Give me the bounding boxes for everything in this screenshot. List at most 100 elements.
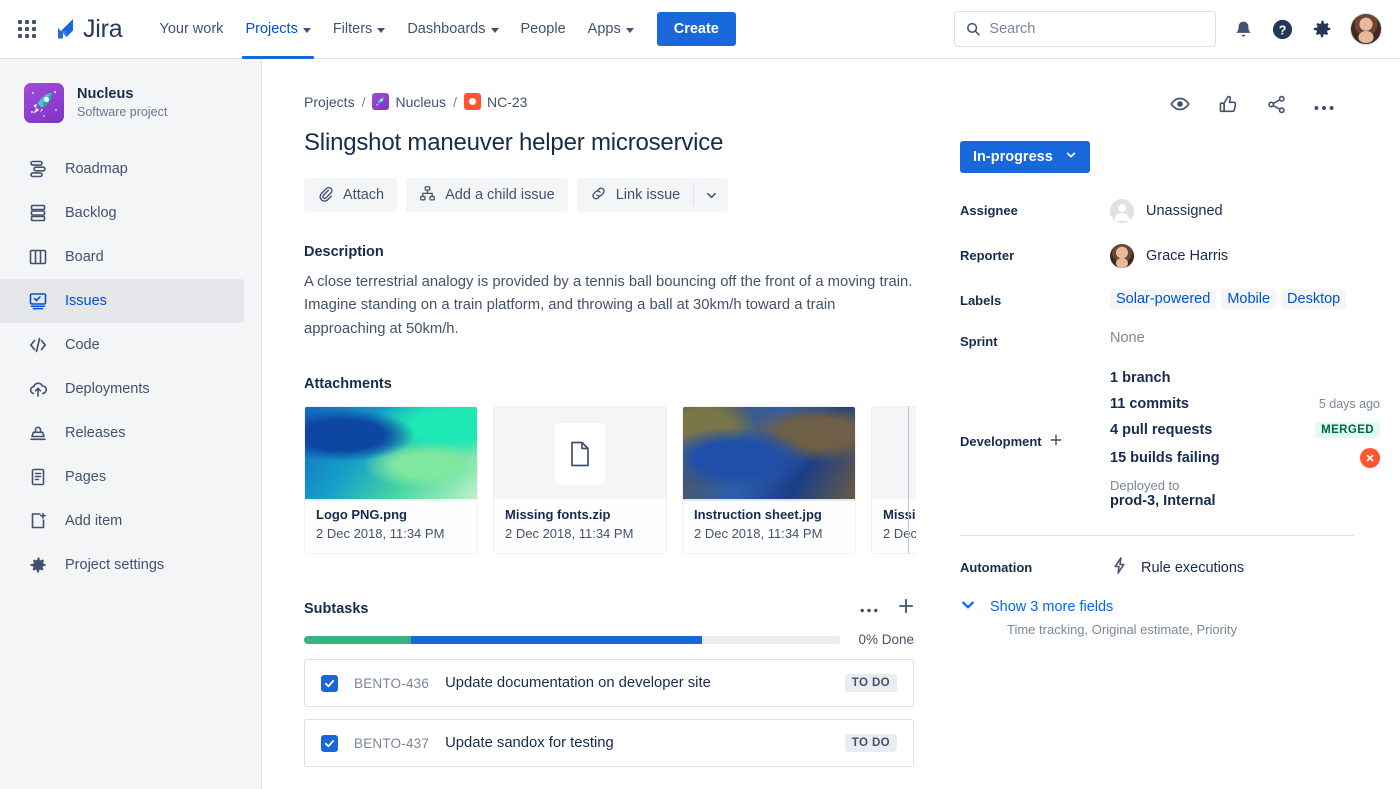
dev-pull-requests-line: 4 pull requests MERGED	[1110, 422, 1380, 438]
status-badge[interactable]: TO DO	[844, 674, 897, 693]
subtask-row[interactable]: BENTO-437 Update sandox for testing TO D…	[304, 719, 914, 768]
breadcrumb: Projects / Nucleus / NC-23	[304, 93, 914, 110]
sidebar-item-label: Board	[65, 249, 104, 265]
chevron-down-icon	[490, 27, 499, 33]
settings-gear-icon[interactable]	[1311, 18, 1333, 40]
ellipsis-icon[interactable]	[860, 600, 878, 618]
nav-item-apps[interactable]: Apps	[577, 0, 645, 59]
breadcrumb-project-label: Nucleus	[395, 93, 447, 110]
user-avatar[interactable]	[1350, 13, 1382, 45]
breadcrumb-project[interactable]: Nucleus	[372, 93, 446, 110]
search-input[interactable]	[989, 21, 1204, 37]
avatar	[1110, 244, 1134, 268]
label-chip[interactable]: Desktop	[1281, 289, 1347, 309]
attachment-card[interactable]: Logo PNG.png 2 Dec 2018, 11:34 PM	[304, 406, 478, 555]
deployed-to-label: Deployed to	[1110, 478, 1180, 493]
attachment-card[interactable]: Missing f 2 Dec 20	[871, 406, 916, 555]
jira-logo[interactable]: Jira	[52, 15, 123, 44]
attachment-card[interactable]: Missing fonts.zip 2 Dec 2018, 11:34 PM	[493, 406, 667, 555]
label-chip[interactable]: Solar-powered	[1110, 289, 1217, 309]
nav-item-dashboards[interactable]: Dashboards	[396, 0, 509, 59]
sidebar-item-issues[interactable]: Issues	[0, 279, 244, 323]
subtask-checkbox[interactable]	[321, 734, 338, 752]
nav-item-your-work[interactable]: Your work	[148, 0, 234, 59]
status-badge[interactable]: TO DO	[844, 734, 897, 753]
sidebar-item-backlog[interactable]: Backlog	[0, 191, 244, 235]
show-more-fields-list: Time tracking, Original estimate, Priori…	[1007, 622, 1237, 637]
thumbs-up-icon[interactable]	[1218, 94, 1239, 120]
dev-pr-count[interactable]: 4 pull requests	[1110, 422, 1212, 438]
field-labels: Labels Solar-powered Mobile Desktop	[960, 289, 1380, 309]
deployed-to-value[interactable]: prod-3, Internal	[1110, 493, 1380, 509]
lightning-bolt-icon	[1110, 556, 1129, 579]
issue-title[interactable]: Slingshot maneuver helper microservice	[304, 129, 914, 157]
notifications-bell-icon[interactable]	[1233, 19, 1254, 40]
project-sidebar: Nucleus Software project Roadmap Backlog…	[0, 59, 262, 789]
sidebar-item-releases[interactable]: Releases	[0, 411, 244, 455]
subtask-checkbox[interactable]	[321, 674, 338, 692]
show-more-fields-section: Show 3 more fields Time tracking, Origin…	[960, 597, 1380, 637]
link-issue-split-button: Link issue	[576, 178, 729, 212]
plus-icon[interactable]	[1050, 434, 1062, 449]
sidebar-item-board[interactable]: Board	[0, 235, 244, 279]
attachment-thumbnail	[683, 407, 855, 502]
sprint-value[interactable]: None	[1110, 330, 1380, 349]
chevron-down-icon	[960, 597, 976, 617]
sidebar-item-deployments[interactable]: Deployments	[0, 367, 244, 411]
story-type-icon	[463, 93, 481, 110]
attachments-section: Attachments Logo PNG.png 2 Dec 2018, 11:…	[304, 376, 916, 555]
dev-pr-status-badge: MERGED	[1315, 422, 1380, 438]
dev-branch-count[interactable]: 1 branch	[1110, 370, 1170, 386]
link-issue-button[interactable]: Link issue	[577, 178, 693, 212]
attach-button[interactable]: Attach	[304, 178, 398, 212]
search-box[interactable]	[954, 11, 1216, 47]
svg-text:?: ?	[1279, 23, 1287, 37]
description-body[interactable]: A close terrestrial analogy is provided …	[304, 271, 914, 341]
dev-commit-count[interactable]: 11 commits	[1110, 396, 1189, 412]
add-child-issue-button[interactable]: Add a child issue	[406, 178, 568, 212]
attachments-strip[interactable]: Logo PNG.png 2 Dec 2018, 11:34 PM Missin…	[304, 406, 916, 555]
project-header[interactable]: Nucleus Software project	[0, 83, 261, 123]
status-dropdown-button[interactable]: In-progress	[960, 141, 1090, 173]
nav-item-projects[interactable]: Projects	[234, 0, 321, 59]
sidebar-item-label: Releases	[65, 425, 126, 441]
ellipsis-icon[interactable]	[1314, 98, 1334, 116]
nav-item-people[interactable]: People	[510, 0, 577, 59]
field-sprint: Sprint None	[960, 330, 1380, 349]
help-circle-icon[interactable]: ?	[1271, 18, 1294, 41]
grid-apps-icon[interactable]	[18, 20, 36, 38]
subtask-row[interactable]: BENTO-436 Update documentation on develo…	[304, 659, 914, 708]
pages-icon	[26, 465, 50, 489]
attachment-thumbnail	[305, 407, 477, 502]
dev-commits-line: 11 commits 5 days ago	[1110, 396, 1380, 412]
sidebar-item-add-item[interactable]: Add item	[0, 499, 244, 543]
sidebar-item-project-settings[interactable]: Project settings	[0, 543, 244, 587]
file-icon	[556, 424, 604, 485]
dev-builds-count[interactable]: 15 builds failing	[1110, 450, 1220, 466]
breadcrumb-issue-key[interactable]: NC-23	[463, 93, 527, 110]
assignee-value[interactable]: Unassigned	[1110, 199, 1380, 223]
attach-label: Attach	[343, 187, 385, 203]
child-issue-icon	[419, 185, 436, 206]
eye-icon[interactable]	[1169, 93, 1191, 120]
nav-item-filters[interactable]: Filters	[322, 0, 396, 59]
automation-value[interactable]: Rule executions	[1110, 556, 1380, 579]
create-button[interactable]: Create	[656, 12, 736, 46]
show-more-fields-toggle[interactable]: Show 3 more fields	[960, 597, 1380, 617]
reporter-value[interactable]: Grace Harris	[1110, 244, 1380, 268]
label-chip[interactable]: Mobile	[1221, 289, 1277, 309]
sidebar-item-pages[interactable]: Pages	[0, 455, 244, 499]
plus-icon[interactable]	[898, 598, 914, 619]
breadcrumb-separator: /	[361, 93, 366, 110]
breadcrumb-projects[interactable]: Projects	[304, 94, 355, 110]
sidebar-item-roadmap[interactable]: Roadmap	[0, 147, 244, 191]
sidebar-item-code[interactable]: Code	[0, 323, 244, 367]
chevron-down-icon[interactable]	[694, 178, 728, 212]
attachment-card[interactable]: Instruction sheet.jpg 2 Dec 2018, 11:34 …	[682, 406, 856, 555]
reporter-name: Grace Harris	[1146, 248, 1229, 264]
field-reporter: Reporter Grace Harris	[960, 244, 1380, 268]
attachment-meta: Missing fonts.zip 2 Dec 2018, 11:34 PM	[494, 499, 666, 554]
issue-main-column: Projects / Nucleus / NC-23 Slingshot man…	[304, 93, 916, 768]
subtasks-header-actions	[860, 598, 914, 619]
share-icon[interactable]	[1266, 94, 1287, 120]
